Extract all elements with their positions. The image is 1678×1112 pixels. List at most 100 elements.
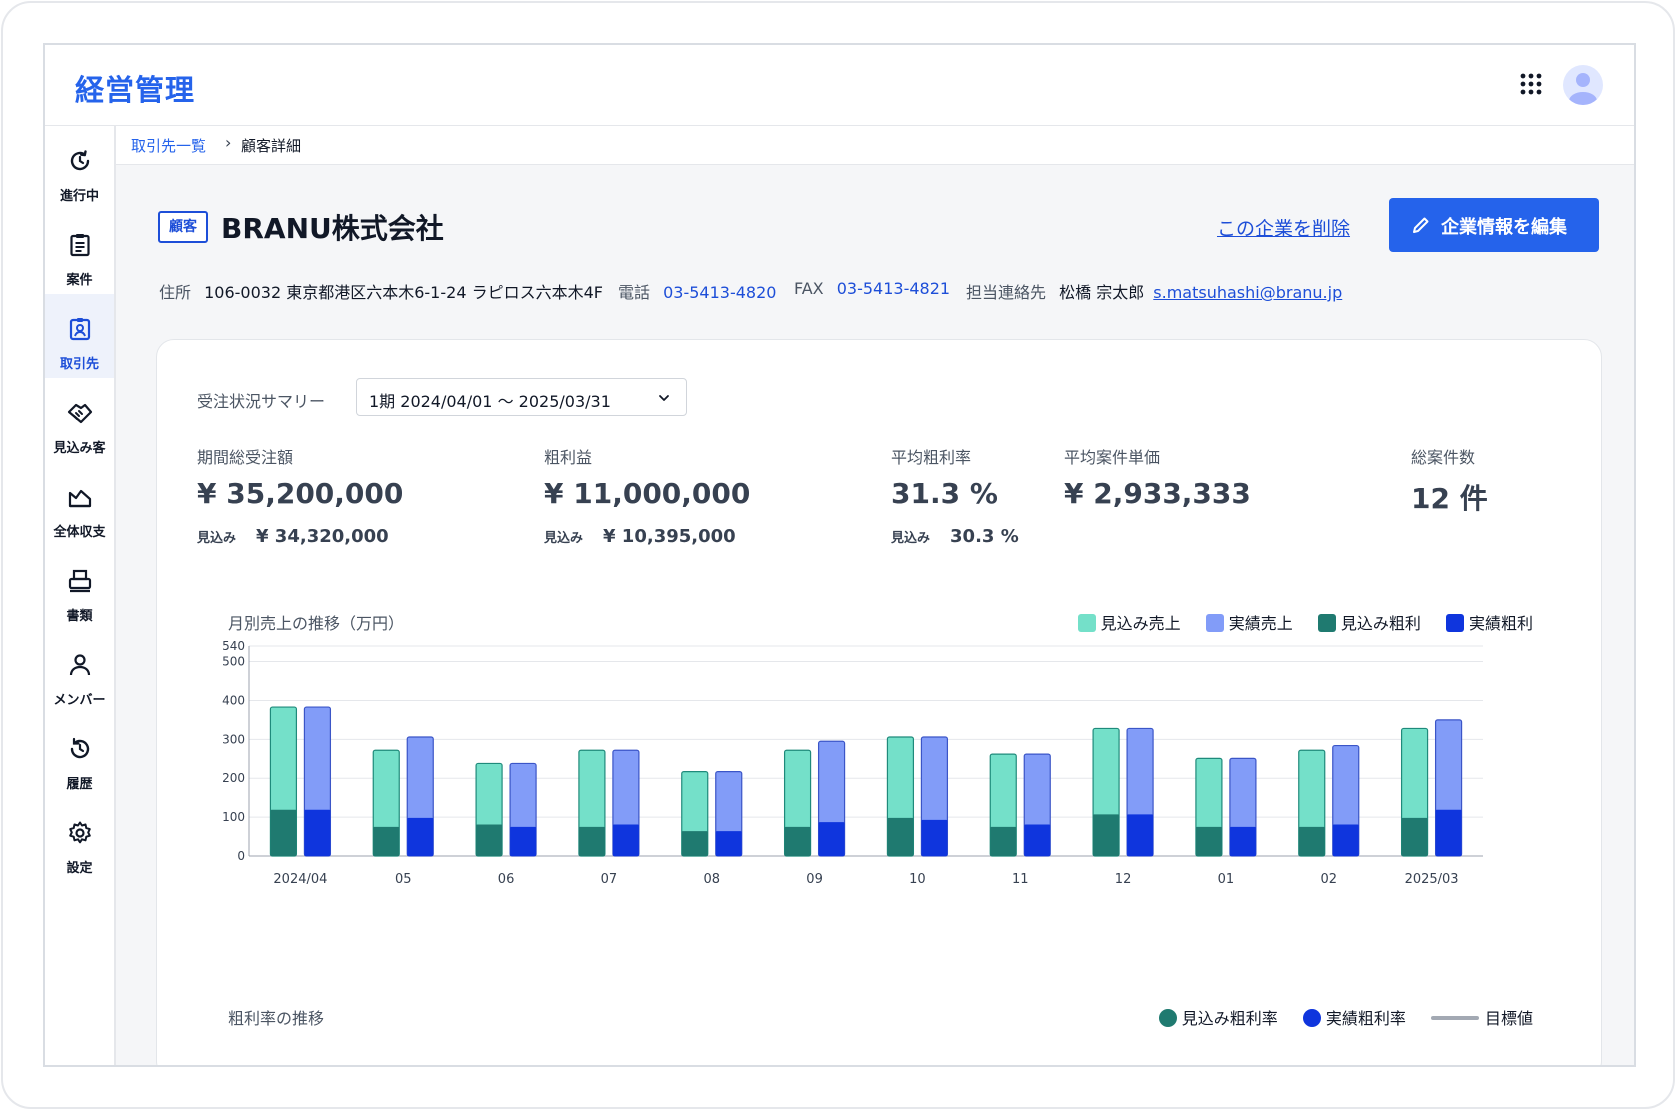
sidebar-item-history[interactable]: 履歴 bbox=[45, 714, 114, 798]
x-tick-label: 10 bbox=[909, 872, 926, 887]
app-window: 経営管理 進行中 案件 取引先 見込み客 全体収支 書類 メンバー 履歴 設定 … bbox=[43, 43, 1636, 1067]
contact-badge-icon bbox=[69, 318, 91, 341]
x-tick-label: 2024/04 bbox=[273, 872, 327, 887]
legend-item: 見込み粗利 bbox=[1317, 610, 1421, 634]
kpi-forecast-value: ¥ 34,320,000 bbox=[256, 526, 389, 547]
legend-label: 見込み粗利 bbox=[1340, 614, 1421, 633]
y-tick-label: 0 bbox=[237, 849, 245, 863]
y-tick-label: 500 bbox=[222, 655, 245, 669]
bar-profit bbox=[373, 826, 400, 856]
legend-label: 実績売上 bbox=[1228, 614, 1293, 633]
contact-row: 担当連絡先 松橋 宗太郎 s.matsuhashi@branu.jp bbox=[966, 279, 1342, 303]
kpi-average-unit-price: 平均案件単価 ¥ 2,933,333 bbox=[1064, 444, 1251, 510]
kpi-forecast-label: 見込み bbox=[544, 531, 584, 546]
history-icon bbox=[70, 737, 90, 759]
bar-profit bbox=[887, 817, 914, 856]
legend-label: 見込み粗利率 bbox=[1181, 1009, 1278, 1028]
user-avatar[interactable] bbox=[1563, 65, 1603, 105]
address-row: 住所 106-0032 東京都港区六本木6-1-24 ラピロス六本木4F bbox=[159, 279, 603, 303]
edit-button-label: 企業情報を編集 bbox=[1441, 217, 1567, 238]
sidebar-item-label: メンバー bbox=[53, 693, 106, 708]
bar-profit bbox=[1024, 824, 1051, 856]
handshake-icon bbox=[67, 403, 93, 424]
x-tick-label: 08 bbox=[703, 872, 720, 887]
legend-swatch bbox=[1317, 614, 1336, 632]
sidebar-item-members[interactable]: メンバー bbox=[45, 630, 114, 714]
fax-row: FAX 03-5413-4821 bbox=[794, 279, 950, 298]
kpi-total-orders: 期間総受注額 ¥ 35,200,000 見込み ¥ 34,320,000 bbox=[197, 444, 403, 547]
grid-icon[interactable] bbox=[1519, 72, 1543, 96]
bar-profit bbox=[1229, 826, 1256, 856]
legend-marker bbox=[1158, 1009, 1177, 1027]
legend-label: 目標値 bbox=[1484, 1009, 1533, 1028]
sidebar-item-label: 取引先 bbox=[59, 357, 99, 372]
x-tick-label: 07 bbox=[601, 872, 618, 887]
y-tick-label: 300 bbox=[222, 732, 245, 746]
x-tick-label: 09 bbox=[806, 872, 823, 887]
kpi-value: 12 件 bbox=[1411, 482, 1488, 515]
period-select[interactable]: 1期 2024/04/01 〜 2025/03/31 bbox=[356, 378, 687, 416]
sidebar-item-prospects[interactable]: 見込み客 bbox=[45, 378, 114, 462]
phone-link[interactable]: 03-5413-4820 bbox=[663, 283, 776, 302]
kpi-value: ¥ 2,933,333 bbox=[1064, 477, 1251, 510]
bar-profit bbox=[270, 809, 297, 856]
x-tick-label: 11 bbox=[1012, 872, 1029, 887]
bar-profit bbox=[1401, 817, 1428, 856]
sidebar-item-settings[interactable]: 設定 bbox=[45, 798, 114, 882]
sidebar: 進行中 案件 取引先 見込み客 全体収支 書類 メンバー 履歴 設定 bbox=[45, 126, 116, 1065]
kpi-forecast: 見込み 30.3 % bbox=[891, 526, 1019, 547]
x-tick-label: 02 bbox=[1320, 872, 1337, 887]
legend-item: 見込み売上 bbox=[1077, 610, 1181, 634]
monthly-sales-legend: 見込み売上 実績売上 見込み粗利 実績粗利 bbox=[1058, 610, 1533, 634]
x-tick-label: 12 bbox=[1115, 872, 1132, 887]
bar-profit bbox=[578, 826, 605, 856]
sidebar-item-documents[interactable]: 書類 bbox=[45, 546, 114, 630]
kpi-value: ¥ 11,000,000 bbox=[544, 477, 751, 510]
sidebar-item-label: 進行中 bbox=[59, 189, 99, 204]
legend-swatch bbox=[1077, 614, 1096, 632]
edit-company-button[interactable]: 企業情報を編集 bbox=[1389, 198, 1599, 252]
company-name: BRANU株式会社 bbox=[221, 212, 444, 245]
y-tick-label: 540 bbox=[222, 639, 245, 653]
bar-profit bbox=[304, 809, 331, 856]
kpi-forecast-label: 見込み bbox=[197, 531, 237, 546]
sidebar-item-label: 見込み客 bbox=[53, 441, 106, 456]
kpi-gross-profit: 粗利益 ¥ 11,000,000 見込み ¥ 10,395,000 bbox=[544, 444, 750, 547]
bar-profit bbox=[476, 824, 503, 856]
bar-profit bbox=[612, 824, 639, 856]
progress-icon bbox=[70, 150, 90, 171]
kpi-average-margin: 平均粗利率 31.3 % 見込み 30.3 % bbox=[891, 444, 1019, 547]
kpi-label: 粗利益 bbox=[544, 448, 593, 467]
sidebar-item-in-progress[interactable]: 進行中 bbox=[45, 126, 114, 210]
sidebar-item-clients[interactable]: 取引先 bbox=[45, 294, 114, 378]
kpi-forecast: 見込み ¥ 34,320,000 bbox=[197, 526, 389, 547]
contact-name: 松橋 宗太郎 bbox=[1059, 283, 1145, 302]
bar-profit bbox=[715, 831, 742, 856]
x-tick-label: 2025/03 bbox=[1405, 872, 1459, 887]
sidebar-item-overall-balance[interactable]: 全体収支 bbox=[45, 462, 114, 546]
contact-email-link[interactable]: s.matsuhashi@branu.jp bbox=[1153, 283, 1342, 302]
sidebar-item-label: 書類 bbox=[66, 609, 93, 624]
margin-chart-title: 粗利率の推移 bbox=[228, 1009, 325, 1028]
legend-item: 見込み粗利率 bbox=[1158, 1005, 1278, 1029]
breadcrumb-link-clients[interactable]: 取引先一覧 bbox=[131, 135, 206, 156]
monthly-sales-chart-title: 月別売上の推移（万円） bbox=[228, 614, 405, 633]
kpi-value: 31.3 % bbox=[891, 477, 998, 510]
sidebar-item-projects[interactable]: 案件 bbox=[45, 210, 114, 294]
kpi-label: 平均案件単価 bbox=[1064, 448, 1161, 467]
fax-value[interactable]: 03-5413-4821 bbox=[837, 279, 950, 298]
kpi-forecast-label: 見込み bbox=[891, 531, 931, 546]
kpi-value: ¥ 35,200,000 bbox=[197, 477, 404, 510]
address-value: 106-0032 東京都港区六本木6-1-24 ラピロス六本木4F bbox=[204, 283, 603, 302]
legend-label: 実績粗利 bbox=[1468, 614, 1533, 633]
gear-icon bbox=[69, 821, 91, 844]
breadcrumb-separator: › bbox=[225, 133, 232, 152]
legend-item: 実績売上 bbox=[1205, 610, 1293, 634]
legend-item: 実績粗利率 bbox=[1302, 1005, 1406, 1029]
person-icon bbox=[69, 654, 91, 676]
delete-company-link[interactable]: この企業を削除 bbox=[1217, 214, 1350, 241]
chart-area-icon bbox=[68, 489, 92, 508]
y-tick-label: 400 bbox=[222, 693, 245, 707]
breadcrumb-current: 顧客詳細 bbox=[241, 137, 302, 155]
bar-profit bbox=[510, 826, 537, 856]
